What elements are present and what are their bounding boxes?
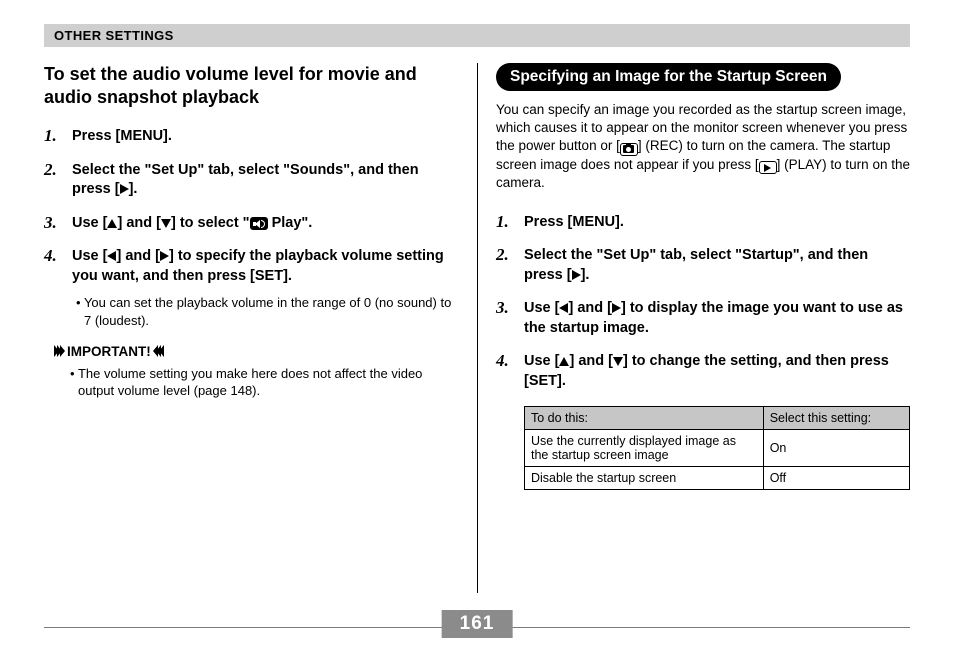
camera-icon: [620, 143, 638, 156]
up-arrow-icon: [107, 219, 117, 228]
step-4: Use [] and [] to specify the playback vo…: [44, 247, 459, 329]
step-4: Use [] and [] to change the setting, and…: [496, 352, 910, 391]
step-1: Press [MENU].: [496, 213, 910, 233]
manual-page: OTHER SETTINGS To set the audio volume l…: [0, 0, 954, 646]
step-text: Press [MENU].: [524, 214, 624, 230]
table-cell: Disable the startup screen: [525, 466, 764, 489]
step-text-end: Play".: [268, 215, 313, 231]
step-2: Select the "Set Up" tab, select "Startup…: [496, 246, 910, 285]
deco-right-icon: [54, 345, 63, 357]
step-text: Press [MENU].: [72, 128, 172, 144]
right-arrow-icon: [160, 251, 169, 261]
right-column: Specifying an Image for the Startup Scre…: [477, 63, 910, 593]
step-text: Use [: [524, 300, 559, 316]
table-cell: Off: [763, 466, 909, 489]
step-text: ] and [: [117, 215, 161, 231]
table-header-row: To do this: Select this setting:: [525, 406, 910, 429]
left-column: To set the audio volume level for movie …: [44, 63, 477, 593]
step-note: You can set the playback volume in the r…: [72, 294, 459, 329]
settings-table: To do this: Select this setting: Use the…: [524, 406, 910, 490]
important-heading: IMPORTANT!: [54, 344, 459, 359]
right-pill-heading: Specifying an Image for the Startup Scre…: [496, 63, 841, 91]
right-steps: Press [MENU]. Select the "Set Up" tab, s…: [496, 213, 910, 392]
right-intro: You can specify an image you recorded as…: [496, 101, 910, 193]
table-header: Select this setting:: [763, 406, 909, 429]
table-row: Use the currently displayed image as the…: [525, 429, 910, 466]
step-text: ] and [: [568, 300, 612, 316]
down-arrow-icon: [161, 219, 171, 228]
right-arrow-icon: [612, 303, 621, 313]
step-text: Use [: [72, 215, 107, 231]
section-header: OTHER SETTINGS: [44, 24, 910, 47]
step-3: Use [ ] and [ ] to select " Play".: [44, 214, 459, 234]
table-header: To do this:: [525, 406, 764, 429]
step-2: Select the "Set Up" tab, select "Sounds"…: [44, 161, 459, 200]
deco-left-icon: [155, 345, 164, 357]
left-title: To set the audio volume level for movie …: [44, 63, 459, 109]
important-label: IMPORTANT!: [67, 344, 151, 359]
important-text: The volume setting you make here does no…: [44, 365, 459, 400]
footer-rule: 161: [44, 627, 910, 628]
page-footer: 161: [44, 627, 910, 628]
step-1: Press [MENU].: [44, 127, 459, 147]
table-cell: On: [763, 429, 909, 466]
step-text: ] and [: [569, 353, 613, 369]
table-row: Disable the startup screen Off: [525, 466, 910, 489]
step-text: ] and [: [116, 248, 160, 264]
play-icon: [759, 161, 777, 174]
step-text: Use [: [72, 248, 107, 264]
right-arrow-icon: [120, 184, 129, 194]
step-text-end: ].: [581, 267, 590, 283]
down-arrow-icon: [613, 357, 623, 366]
step-3: Use [] and [] to display the image you w…: [496, 299, 910, 338]
two-column-layout: To set the audio volume level for movie …: [44, 63, 910, 593]
page-number: 161: [442, 610, 513, 638]
right-arrow-icon: [572, 270, 581, 280]
step-text: ] to select ": [171, 215, 250, 231]
up-arrow-icon: [559, 357, 569, 366]
speaker-icon: [250, 217, 268, 230]
step-text-end: ].: [129, 181, 138, 197]
step-text: Use [: [524, 353, 559, 369]
table-cell: Use the currently displayed image as the…: [525, 429, 764, 466]
left-steps: Press [MENU]. Select the "Set Up" tab, s…: [44, 127, 459, 329]
